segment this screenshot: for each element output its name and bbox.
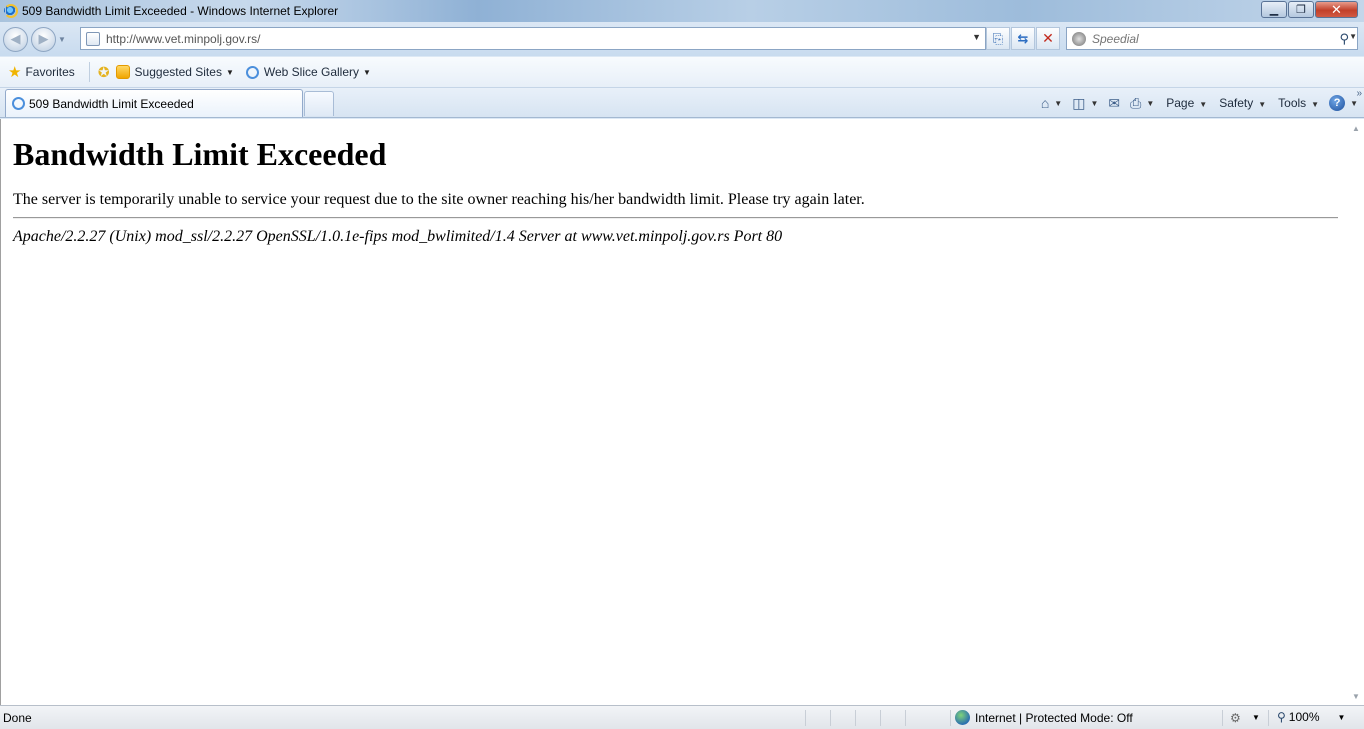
page-title: Bandwidth Limit Exceeded <box>13 136 387 172</box>
divider <box>13 217 1338 219</box>
status-divider <box>855 710 856 726</box>
compatibility-view-button[interactable]: ⎘ <box>986 27 1010 50</box>
server-signature: Apache/2.2.27 (Unix) mod_ssl/2.2.27 Open… <box>13 228 783 245</box>
security-zone-label: Internet | Protected Mode: Off <box>975 710 1133 725</box>
chevron-down-icon: ▼ <box>1311 100 1320 109</box>
safety-menu-label: Safety <box>1219 96 1254 110</box>
status-divider <box>830 710 831 726</box>
vertical-scrollbar[interactable]: ▲ ▼ <box>1349 119 1364 705</box>
suggested-sites-button[interactable]: Suggested Sites ▼ <box>115 65 234 79</box>
search-input[interactable] <box>1092 31 1322 46</box>
status-divider <box>1268 710 1269 726</box>
help-dropdown-icon[interactable]: ▼ <box>1350 99 1358 108</box>
recent-pages-dropdown[interactable]: ▼ <box>58 35 68 44</box>
globe-icon <box>955 710 970 725</box>
refresh-button[interactable]: ⇆ <box>1011 27 1035 50</box>
ie-page-icon <box>245 65 259 79</box>
compatibility-view-icon: ⎘ <box>992 30 1004 46</box>
feeds-icon[interactable]: ◫ <box>1072 95 1085 112</box>
home-dropdown-icon[interactable]: ▼ <box>1054 99 1062 108</box>
tab-label: 509 Bandwidth Limit Exceeded <box>29 96 194 111</box>
window-title: 509 Bandwidth Limit Exceeded - Windows I… <box>22 4 339 18</box>
tools-menu-label: Tools <box>1278 96 1307 110</box>
minimize-button[interactable]: ▁ <box>1261 1 1287 18</box>
status-divider <box>880 710 881 726</box>
maximize-button[interactable]: ❐ <box>1288 1 1314 18</box>
print-icon[interactable]: ⎙ <box>1130 95 1141 112</box>
close-window-button[interactable]: ✕ <box>1315 1 1358 18</box>
status-divider <box>805 710 806 726</box>
suggested-sites-label: Suggested Sites <box>134 65 222 79</box>
feeds-dropdown-icon[interactable]: ▼ <box>1090 99 1098 108</box>
refresh-icon: ⇆ <box>1017 30 1029 46</box>
magnifier-icon: ⚲ <box>1277 710 1286 724</box>
favorites-label: Favorites <box>25 65 75 79</box>
address-input[interactable] <box>106 31 956 46</box>
help-icon[interactable]: ? <box>1329 95 1346 111</box>
window-controls: ▁ ❐ ✕ <box>1260 1 1358 18</box>
chevron-down-icon: ▼ <box>363 67 371 77</box>
security-status-icon[interactable]: ⚙ <box>1230 711 1241 725</box>
arrow-right-icon: ▶ <box>38 31 49 46</box>
zoom-level: 100% <box>1288 710 1320 724</box>
mail-icon[interactable]: ✉ <box>1108 95 1120 112</box>
page-menu[interactable]: Page ▼ <box>1166 96 1207 110</box>
chevron-down-icon: ▼ <box>1258 100 1267 109</box>
web-slice-gallery-button[interactable]: Web Slice Gallery ▼ <box>234 65 371 79</box>
forward-button[interactable]: ▶ <box>31 26 56 52</box>
more-commands-chevron-icon[interactable]: » <box>1356 88 1362 99</box>
tab-current[interactable]: 509 Bandwidth Limit Exceeded <box>5 89 303 117</box>
page-menu-label: Page <box>1166 96 1195 110</box>
ie-page-icon <box>12 97 25 110</box>
security-zone[interactable]: Internet | Protected Mode: Off <box>955 710 1133 725</box>
command-bar: ⌂ ▼ ◫ ▼ ✉ ⎙ ▼ Page ▼ Safety ▼ Tools ▼ ? ▼ <box>1031 90 1358 116</box>
status-divider <box>1222 710 1223 726</box>
chevron-down-icon: ▼ <box>1337 712 1346 722</box>
chevron-down-icon[interactable]: ▼ <box>1252 713 1260 722</box>
page-icon <box>86 31 100 46</box>
error-page: Bandwidth Limit Exceeded The server is t… <box>13 119 1338 247</box>
new-tab-button[interactable] <box>304 91 334 116</box>
search-box: ⚲ ▼ <box>1066 27 1358 50</box>
add-to-favorites-icon[interactable]: ✪ <box>98 64 110 81</box>
safety-menu[interactable]: Safety ▼ <box>1219 96 1266 110</box>
star-icon: ★ <box>8 64 22 81</box>
web-slice-gallery-label: Web Slice Gallery <box>263 65 360 79</box>
favorites-button[interactable]: ★ Favorites <box>0 63 75 81</box>
scroll-down-icon[interactable]: ▼ <box>1352 692 1360 701</box>
zoom-control[interactable]: ⚲ 100% ▼ <box>1277 710 1345 724</box>
suggested-sites-icon <box>115 65 130 79</box>
title-bar: 509 Bandwidth Limit Exceeded - Windows I… <box>0 0 1364 22</box>
status-text: Done <box>3 710 32 725</box>
status-divider <box>905 710 906 726</box>
error-message: The server is temporarily unable to serv… <box>13 191 865 208</box>
address-bar: ▼ <box>80 27 986 50</box>
stop-icon: ✕ <box>1042 30 1054 46</box>
stop-button[interactable]: ✕ <box>1036 27 1060 50</box>
scroll-up-icon[interactable]: ▲ <box>1352 124 1360 133</box>
status-divider <box>950 710 951 726</box>
print-dropdown-icon[interactable]: ▼ <box>1146 99 1154 108</box>
favorites-bar: ★ Favorites ✪ Suggested Sites ▼ Web Slic… <box>0 57 1364 88</box>
search-provider-icon <box>1072 31 1086 46</box>
home-icon[interactable]: ⌂ <box>1041 95 1049 111</box>
tools-menu[interactable]: Tools ▼ <box>1278 96 1319 110</box>
page-viewport: Bandwidth Limit Exceeded The server is t… <box>0 119 1364 705</box>
favorites-divider <box>88 62 90 82</box>
chevron-down-icon: ▼ <box>225 67 234 77</box>
back-button[interactable]: ◀ <box>3 26 28 52</box>
status-bar: Done Internet | Protected Mode: Off ⚙ ▼ … <box>0 705 1364 729</box>
arrow-left-icon: ◀ <box>10 31 21 46</box>
address-dropdown-icon[interactable]: ▼ <box>972 32 981 42</box>
navigation-bar: ◀ ▶ ▼ ▼ ⎘ ⇆ ✕ ⚲ ▼ <box>0 22 1364 56</box>
tab-bar: 509 Bandwidth Limit Exceeded ⌂ ▼ ◫ ▼ ✉ ⎙… <box>0 88 1364 118</box>
chevron-down-icon: ▼ <box>1199 100 1208 109</box>
search-options-dropdown-icon[interactable]: ▼ <box>1349 32 1357 41</box>
search-icon[interactable]: ⚲ <box>1339 31 1349 47</box>
ie-logo-icon <box>4 4 18 18</box>
